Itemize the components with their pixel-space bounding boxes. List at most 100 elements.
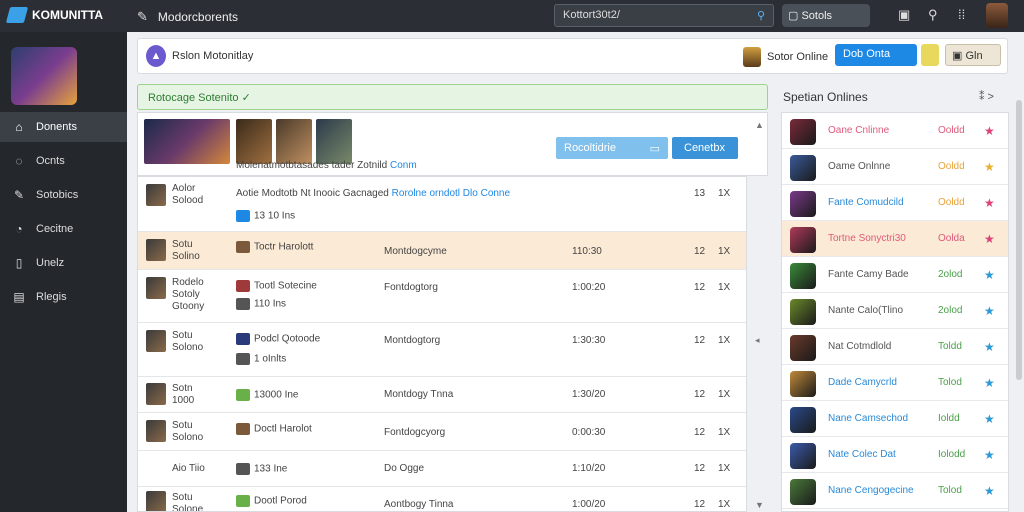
row-author-name: Sotu <box>172 330 193 341</box>
star-icon[interactable]: ★ <box>984 268 995 282</box>
list-item[interactable]: Oame Onlnne Ooldd ★ <box>782 149 1008 185</box>
tool-button[interactable] <box>921 44 939 66</box>
primary-button[interactable]: Dob Onta <box>835 44 917 66</box>
dark-action-button[interactable]: Cenetbx <box>672 137 738 159</box>
list-item[interactable]: Fante Camy Bade 2olod ★ <box>782 257 1008 293</box>
list-item[interactable]: Fante Comudcild Ooldd ★ <box>782 185 1008 221</box>
star-icon[interactable]: ★ <box>984 124 995 138</box>
game-icon <box>790 155 816 181</box>
sidebar-item-home[interactable]: ⌂ Donents <box>0 112 127 142</box>
list-item[interactable]: Oane Cnlinne Ooldd ★ <box>782 113 1008 149</box>
scroll-up-icon[interactable]: ▲ <box>755 120 764 130</box>
item-name: Nat Cotmdlold <box>828 341 892 352</box>
table-row[interactable]: Sotn 1000 13000 Ine Montdogy Tnna 1:30/20… <box>138 377 746 413</box>
sidebar-item-chat[interactable]: ◌ Ocnts <box>0 146 127 176</box>
star-icon[interactable]: ★ <box>984 160 995 174</box>
gauge-icon: ◔ <box>15 222 23 236</box>
list-item[interactable]: Nat Cotmdlold Toldd ★ <box>782 329 1008 365</box>
brand[interactable]: KOMUNITTA <box>5 7 103 23</box>
inbox-icon[interactable]: ▣ <box>898 7 910 23</box>
panel-scrollbar[interactable] <box>1016 100 1022 380</box>
row-close[interactable]: 1X <box>718 188 730 199</box>
table-row[interactable]: Sotu Solono Podcl Qotoode 1 oInlts Montdo… <box>138 323 746 377</box>
light-action-label: Rocoltidrie <box>564 142 616 154</box>
star-icon[interactable]: ★ <box>984 484 995 498</box>
list-item[interactable]: Dade Camycrld Tolod ★ <box>782 365 1008 401</box>
row-close[interactable]: 1X <box>718 335 730 346</box>
row-close[interactable]: 1X <box>718 389 730 400</box>
primary-button-label: Dob Onta <box>843 48 891 60</box>
sidebar-item-gauge[interactable]: ◔ Cecitne <box>0 214 127 244</box>
star-icon[interactable]: ★ <box>984 340 995 354</box>
row-subline: 110 Ins <box>236 298 286 310</box>
row-close[interactable]: 1X <box>718 282 730 293</box>
star-icon[interactable]: ★ <box>984 232 995 246</box>
row-close[interactable]: 1X <box>718 463 730 474</box>
scroll-down-icon[interactable]: ▼ <box>755 500 764 510</box>
row-close[interactable]: 1X <box>718 499 730 510</box>
scroll-thumb-icon[interactable]: ◂ <box>755 335 760 346</box>
row-category: Fontdogcyorg <box>384 427 446 438</box>
row-title-text: Doctl Harolot <box>254 423 312 435</box>
panel-expand-icon[interactable]: ⁑ > <box>979 90 994 103</box>
light-action-button[interactable]: Rocoltidrie ▭ <box>556 137 668 159</box>
star-icon[interactable]: ★ <box>984 304 995 318</box>
star-icon[interactable]: ★ <box>984 376 995 390</box>
row-title: Doctl Harolot <box>236 423 312 435</box>
row-title-text: Tootl Sotecine <box>254 280 317 292</box>
sidebar-item-pen[interactable]: ✎ Sotobics <box>0 180 127 210</box>
table-row[interactable]: Aio Tiio 133 Ine Do Ogge 1:10/20 12 1X <box>138 451 746 487</box>
item-name: Oane Cnlinne <box>828 125 890 136</box>
secondary-button[interactable]: ▣ Gln <box>945 44 1001 66</box>
row-author-sub: Solono <box>172 342 204 353</box>
star-icon[interactable]: ★ <box>984 196 995 210</box>
page-title: ✎ Modorcborents <box>137 9 238 25</box>
star-icon[interactable]: ★ <box>984 448 995 462</box>
row-author: Sotu Solono <box>172 420 203 444</box>
row-time: 110:30 <box>572 246 602 257</box>
sidebar-item-doc[interactable]: ▯ Unelz <box>0 248 127 278</box>
row-author-sub: Solino <box>172 251 200 262</box>
row-close[interactable]: 1X <box>718 427 730 438</box>
top-action-button[interactable]: ▢ Sotols <box>782 4 870 27</box>
list-item[interactable]: Tortne Sonyctri30 Oolda ★ <box>782 221 1008 257</box>
row-title-link[interactable]: Rorolne orndotl Dlo Conne <box>392 188 510 199</box>
media-thumbnail[interactable] <box>316 119 352 164</box>
media-thumbnail[interactable] <box>276 119 312 164</box>
online-label: Sotor Online <box>767 51 829 63</box>
row-title: 133 Ine <box>236 463 287 475</box>
table-row[interactable]: Sotu Solone Dootl Porod Aontbogy Tinna 1:… <box>138 487 746 511</box>
list-item[interactable]: Nane Cengogecine Tolod ★ <box>782 473 1008 509</box>
grid-icon[interactable]: ⁞⁞ <box>958 7 965 22</box>
item-status: Ooldd <box>938 161 965 172</box>
star-icon[interactable]: ★ <box>984 412 995 426</box>
list-item[interactable]: Nane Camsechod Ioldd ★ <box>782 401 1008 437</box>
table-header-row[interactable]: Aolor Solood Aotie Modtotb Nt Inooic Gac… <box>138 177 746 232</box>
item-status: Tolod <box>938 377 962 388</box>
search-icon[interactable]: ⚲ <box>928 7 938 23</box>
table-scrollbar[interactable]: ▲ ◂ ▼ <box>755 120 764 510</box>
row-close[interactable]: 1X <box>718 246 730 257</box>
media-thumbnail[interactable] <box>236 119 272 164</box>
thumb-icon <box>236 241 250 253</box>
row-author: Sotu Solone <box>172 492 203 511</box>
user-avatar[interactable] <box>986 3 1008 28</box>
item-name: Dade Camycrld <box>828 377 897 388</box>
list-item[interactable]: Nante Calo(Tlino 2olod ★ <box>782 293 1008 329</box>
caption-link[interactable]: Conm <box>390 160 417 171</box>
row-author-sub: Solono <box>172 432 204 443</box>
table-row[interactable]: Sotu Solono Doctl Harolot Fontdogcyorg 0:… <box>138 413 746 451</box>
table-row[interactable]: Rodelo Sotoly Gtoony Tootl Sotecine 110 In… <box>138 270 746 323</box>
list-item[interactable]: Nate Colec Dat Iolodd ★ <box>782 437 1008 473</box>
search-icon[interactable]: ⚲ <box>757 9 765 22</box>
row-count: 12 <box>694 335 706 346</box>
table-row[interactable]: Sotu Solino Toctr Harolott Montdogcyme 11… <box>138 232 746 270</box>
sidebar-item-image[interactable]: ▤ Rlegis <box>0 282 127 312</box>
media-thumbnail[interactable] <box>144 119 230 164</box>
game-icon <box>790 335 816 361</box>
item-status: Tolod <box>938 485 962 496</box>
online-status[interactable]: Sotor Online <box>743 47 828 67</box>
online-list: Oane Cnlinne Ooldd ★ Oame Onlnne Ooldd ★ Fante… <box>781 112 1009 512</box>
pencil-icon[interactable]: ✎ <box>137 9 148 25</box>
search-input[interactable]: Kottort30t2/ ⚲ <box>554 4 774 27</box>
